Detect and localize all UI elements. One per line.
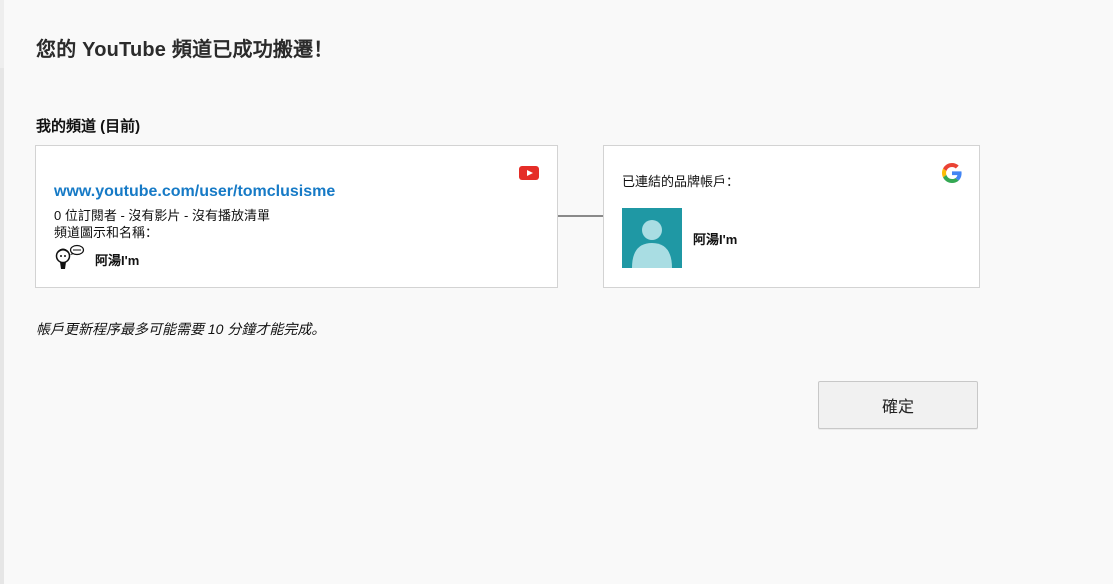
brand-account-avatar	[622, 208, 682, 268]
channel-icon-name-label: 頻道圖示和名稱：	[54, 225, 159, 240]
youtube-icon	[519, 166, 539, 180]
channel-name: 阿湯I'm	[95, 253, 140, 268]
my-channel-section-label: 我的頻道 (目前)	[36, 118, 141, 135]
dialog-title: 您的 YouTube 頻道已成功搬遷！	[36, 39, 334, 61]
channel-card: www.youtube.com/user/tomclusisme 0 位訂閱者 …	[35, 145, 558, 288]
left-edge-panel	[0, 0, 4, 584]
channel-avatar-icon	[55, 244, 85, 269]
channel-url-link[interactable]: www.youtube.com/user/tomclusisme	[54, 183, 335, 201]
linked-brand-account-label: 已連結的品牌帳戶：	[622, 174, 740, 189]
ok-button[interactable]: 確定	[818, 381, 978, 429]
left-edge-strip	[0, 68, 4, 584]
brand-account-name: 阿湯I'm	[693, 232, 738, 247]
connector-line	[558, 215, 603, 217]
update-note: 帳戶更新程序最多可能需要 10 分鐘才能完成。	[36, 321, 326, 337]
brand-account-card: 已連結的品牌帳戶： 阿湯I'm	[603, 145, 980, 288]
default-person-icon	[632, 220, 672, 268]
google-icon	[942, 163, 962, 183]
